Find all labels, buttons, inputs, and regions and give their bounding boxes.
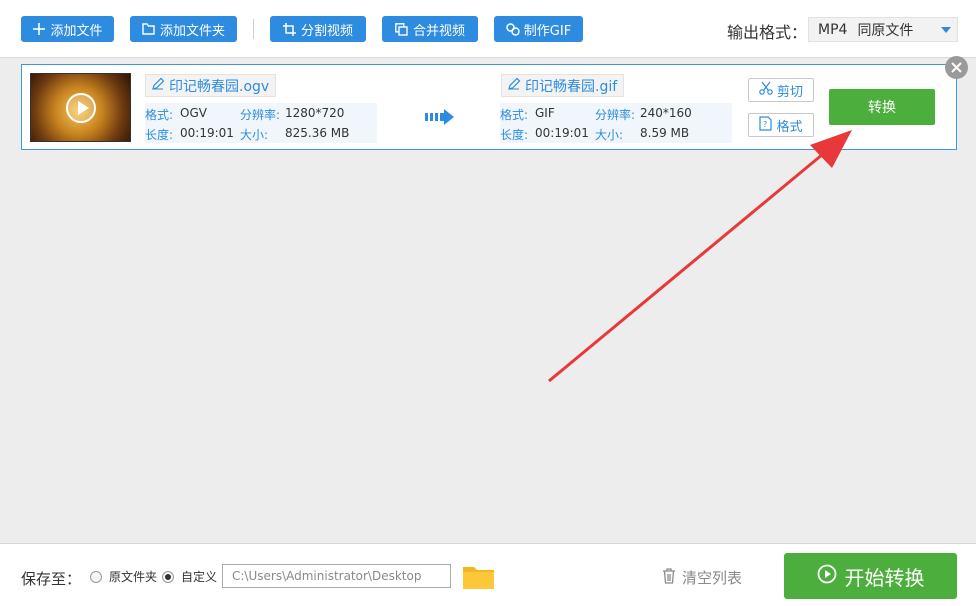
target-resolution-value: 240*160 <box>640 106 692 120</box>
original-folder-label[interactable]: 原文件夹 <box>109 568 157 585</box>
video-thumbnail[interactable] <box>30 73 131 142</box>
merge-icon <box>395 22 409 36</box>
convert-label: 转换 <box>868 100 896 116</box>
target-size-key: 大小: <box>595 128 624 142</box>
custom-label[interactable]: 自定义 <box>181 568 217 585</box>
folder-outline-icon <box>142 22 156 36</box>
format-settings-label: 格式 <box>776 119 803 135</box>
close-icon <box>951 58 962 77</box>
source-format-value: OGV <box>180 106 207 120</box>
start-convert-label: 开始转换 <box>844 565 925 590</box>
source-duration-key: 长度: <box>145 128 174 142</box>
trash-icon <box>662 567 676 588</box>
split-video-button[interactable]: 分割视频 <box>270 16 366 42</box>
folder-icon[interactable] <box>463 564 494 593</box>
make-gif-button[interactable]: 制作GIF <box>494 16 583 42</box>
target-duration-key: 长度: <box>500 128 529 142</box>
scissors-icon <box>759 81 773 99</box>
target-filename[interactable]: 印记畅春园.gif <box>501 74 625 97</box>
split-video-label: 分割视频 <box>300 23 353 39</box>
play-circle-icon <box>817 564 837 589</box>
make-gif-label: 制作GIF <box>523 23 572 39</box>
save-path-input[interactable]: C:\Users\Administrator\Desktop <box>222 564 451 588</box>
file-item-row: 印记畅春园.ogv 格式: OGV 分辨率: 1280*720 长度: 00:1… <box>21 64 957 150</box>
crop-icon <box>283 22 297 36</box>
edit-pencil-icon <box>507 77 521 95</box>
target-filename-label: 印记畅春园.gif <box>525 78 618 95</box>
source-size-value: 825.36 MB <box>285 126 350 140</box>
toolbar-divider <box>253 19 254 39</box>
cut-button[interactable]: 剪切 <box>748 78 814 102</box>
source-info: 格式: OGV 分辨率: 1280*720 长度: 00:19:01 大小: 8… <box>145 103 377 143</box>
convert-arrow-icon <box>425 109 455 129</box>
source-filename-label: 印记畅春园.ogv <box>169 78 270 95</box>
clear-list-label: 清空列表 <box>682 569 743 587</box>
output-format-label: 输出格式： <box>727 23 808 42</box>
question-file-icon: ? <box>759 115 773 135</box>
source-duration-value: 00:19:01 <box>180 126 234 140</box>
play-icon[interactable] <box>66 93 96 123</box>
source-format-key: 格式: <box>145 108 174 122</box>
convert-button[interactable]: 转换 <box>829 89 935 125</box>
output-format-dest: 同原文件 <box>857 22 914 39</box>
merge-video-label: 合并视频 <box>412 23 465 39</box>
add-file-label: 添加文件 <box>50 23 103 39</box>
source-filename[interactable]: 印记畅春园.ogv <box>145 74 277 97</box>
bottom-bar: 保存至： 原文件夹 自定义 C:\Users\Administrator\Des… <box>0 543 976 606</box>
source-size-key: 大小: <box>240 128 269 142</box>
target-duration-value: 00:19:01 <box>535 126 589 140</box>
target-resolution-key: 分辨率: <box>595 108 636 122</box>
radio-custom[interactable] <box>162 571 174 583</box>
dropdown-arrow-icon <box>941 27 951 33</box>
svg-text:?: ? <box>763 120 767 129</box>
output-format-value: MP4 <box>818 21 848 38</box>
clear-list-button[interactable]: 清空列表 <box>662 567 742 588</box>
target-size-value: 8.59 MB <box>640 126 690 140</box>
add-folder-button[interactable]: 添加文件夹 <box>130 16 237 42</box>
format-settings-button[interactable]: ? 格式 <box>748 113 814 137</box>
target-format-value: GIF <box>535 106 555 120</box>
source-resolution-value: 1280*720 <box>285 106 345 120</box>
target-info: 格式: GIF 分辨率: 240*160 长度: 00:19:01 大小: 8.… <box>500 103 732 143</box>
plus-icon <box>32 22 46 36</box>
add-folder-label: 添加文件夹 <box>159 23 225 39</box>
toolbar: 添加文件 添加文件夹 分割视频 合并视频 制作GIF 输出格式： MP4 同原文… <box>0 0 976 58</box>
save-to-label: 保存至： <box>21 570 82 588</box>
edit-pencil-icon <box>151 77 165 95</box>
output-format-select[interactable]: MP4 同原文件 <box>808 17 958 42</box>
merge-video-button[interactable]: 合并视频 <box>382 16 478 42</box>
add-file-button[interactable]: 添加文件 <box>21 16 114 42</box>
remove-item-button[interactable] <box>945 56 968 79</box>
target-format-key: 格式: <box>500 108 529 122</box>
radio-original-folder[interactable] <box>90 571 102 583</box>
cut-label: 剪切 <box>776 84 803 100</box>
source-resolution-key: 分辨率: <box>240 108 281 122</box>
link-icon <box>506 22 520 36</box>
start-convert-button[interactable]: 开始转换 <box>784 553 957 599</box>
